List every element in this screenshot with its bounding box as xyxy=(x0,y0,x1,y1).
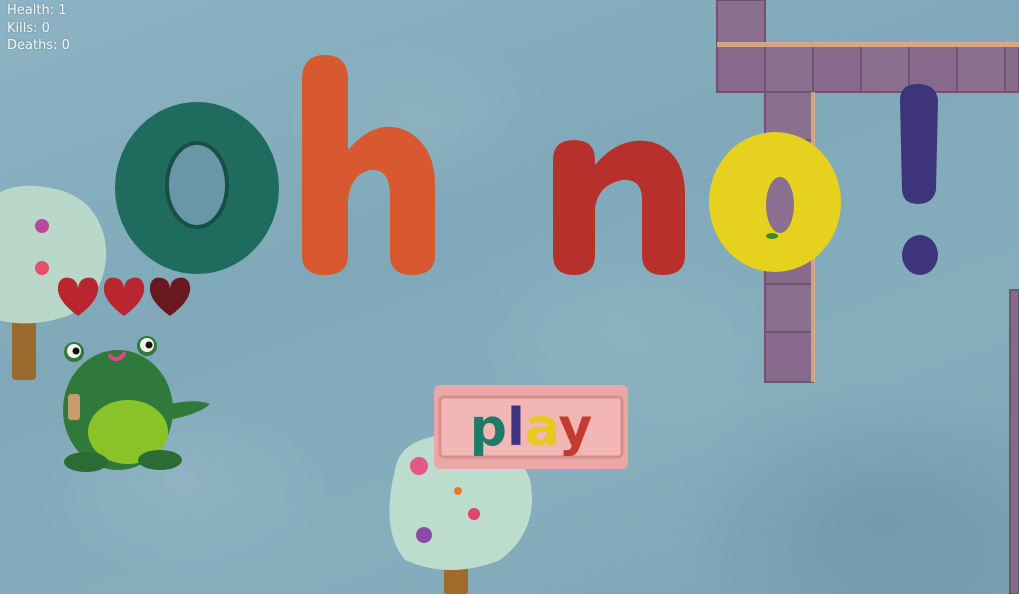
frog-player xyxy=(63,336,210,472)
title-letter-o-yellow xyxy=(709,132,841,272)
deaths-counter: Deaths: 0 xyxy=(7,38,70,53)
title-letter-n xyxy=(553,140,685,275)
title-letter-o xyxy=(115,102,279,274)
title-letter-exclamation xyxy=(900,84,938,275)
brick-wall xyxy=(716,0,1019,594)
heart-icon xyxy=(103,277,145,316)
game-stage: Health: 1 Kills: 0 Deaths: 0 play play xyxy=(0,0,1019,594)
health-counter: Health: 1 xyxy=(7,3,67,18)
play-button[interactable]: play play xyxy=(432,383,630,471)
title-letter-h xyxy=(302,55,435,275)
play-label: play xyxy=(432,383,630,471)
hud-stats: Health: 1 Kills: 0 Deaths: 0 xyxy=(7,2,70,55)
kills-counter: Kills: 0 xyxy=(7,20,50,36)
game-scene xyxy=(0,0,1019,594)
heart-icon xyxy=(149,277,191,316)
